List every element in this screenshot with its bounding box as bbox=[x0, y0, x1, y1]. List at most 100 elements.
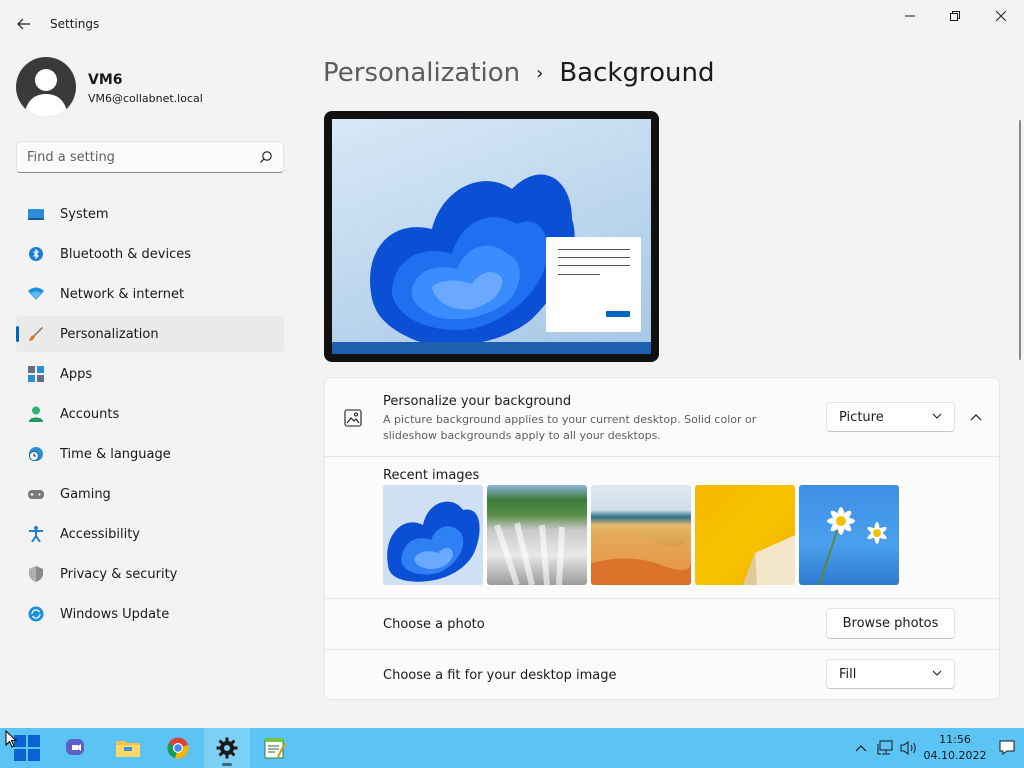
maximize-button[interactable] bbox=[932, 0, 978, 32]
mouse-cursor-icon bbox=[5, 730, 17, 748]
network-status-button[interactable] bbox=[876, 728, 896, 768]
background-type-dropdown[interactable]: Picture bbox=[826, 402, 955, 432]
accessibility-icon bbox=[28, 526, 44, 542]
search-icon[interactable] bbox=[259, 150, 273, 164]
minimize-icon bbox=[905, 15, 915, 17]
clock-date: 04.10.2022 bbox=[923, 749, 987, 762]
sidebar-item-label: Personalization bbox=[60, 326, 159, 342]
sidebar-item-gaming[interactable]: Gaming bbox=[16, 476, 284, 512]
speaker-icon bbox=[900, 741, 916, 755]
sidebar-item-windows-update[interactable]: Windows Update bbox=[16, 596, 284, 632]
avatar[interactable] bbox=[16, 57, 76, 117]
background-setting-title: Personalize your background bbox=[383, 394, 572, 409]
close-icon bbox=[996, 11, 1006, 21]
chrome-icon bbox=[167, 737, 189, 759]
taskbar-notepad-button[interactable] bbox=[252, 728, 298, 768]
gear-icon bbox=[216, 737, 238, 759]
recent-image-daisies[interactable] bbox=[799, 485, 899, 585]
sidebar-item-label: Privacy & security bbox=[60, 566, 178, 582]
shield-icon bbox=[28, 566, 44, 582]
title-bar: Settings bbox=[0, 0, 1024, 48]
notifications-button[interactable] bbox=[995, 728, 1019, 768]
sidebar-item-accounts[interactable]: Accounts bbox=[16, 396, 284, 432]
globe-clock-icon bbox=[28, 446, 44, 462]
fit-value: Fill bbox=[839, 666, 857, 682]
sidebar-item-label: System bbox=[60, 206, 109, 222]
brush-icon bbox=[28, 326, 44, 342]
collapse-button[interactable] bbox=[965, 406, 987, 428]
browse-photos-button[interactable]: Browse photos bbox=[826, 608, 955, 639]
monitor-icon bbox=[28, 206, 44, 222]
restore-icon bbox=[950, 11, 960, 21]
bluetooth-icon bbox=[28, 246, 44, 262]
clock-time: 11:56 bbox=[939, 733, 971, 746]
chevron-down-icon bbox=[932, 413, 942, 419]
network-icon bbox=[877, 740, 893, 755]
minimize-button[interactable] bbox=[887, 0, 933, 32]
sidebar-item-label: Gaming bbox=[60, 486, 111, 502]
taskbar-settings-button[interactable] bbox=[204, 728, 250, 768]
taskbar-clock[interactable]: 11:56 04.10.2022 bbox=[922, 732, 988, 764]
taskbar-chrome-button[interactable] bbox=[155, 728, 201, 768]
recent-image-sand-dunes[interactable] bbox=[591, 485, 691, 585]
user-name: VM6 bbox=[88, 72, 123, 88]
choose-fit-label: Choose a fit for your desktop image bbox=[383, 668, 617, 683]
back-arrow-icon bbox=[17, 18, 30, 30]
background-type-value: Picture bbox=[839, 409, 884, 425]
sidebar-item-accessibility[interactable]: Accessibility bbox=[16, 516, 284, 552]
user-avatar-icon bbox=[24, 69, 68, 117]
chevron-down-icon bbox=[932, 670, 942, 676]
breadcrumb-parent[interactable]: Personalization bbox=[323, 58, 520, 88]
breadcrumb: Personalization › Background bbox=[323, 58, 714, 88]
recent-images-list bbox=[383, 485, 899, 585]
choose-photo-row: Choose a photo Browse photos bbox=[324, 599, 1000, 650]
sidebar-item-personalization[interactable]: Personalization bbox=[16, 316, 284, 352]
preview-window bbox=[546, 237, 641, 332]
app-title: Settings bbox=[50, 17, 100, 31]
taskbar-chat-button[interactable] bbox=[55, 728, 101, 768]
recent-images-card: Recent images bbox=[324, 457, 1000, 599]
wifi-icon bbox=[28, 286, 44, 302]
background-setting-card: Personalize your background A picture ba… bbox=[324, 377, 1000, 457]
chevron-up-icon bbox=[855, 744, 867, 751]
recent-image-windows-bloom[interactable] bbox=[383, 485, 483, 585]
choose-fit-row: Choose a fit for your desktop image Fill bbox=[324, 650, 1000, 700]
taskbar-file-explorer-button[interactable] bbox=[105, 728, 151, 768]
sidebar-item-label: Windows Update bbox=[60, 606, 170, 622]
person-icon bbox=[28, 406, 44, 422]
sidebar-item-label: Time & language bbox=[60, 446, 171, 462]
update-icon bbox=[28, 606, 44, 622]
close-button[interactable] bbox=[978, 0, 1024, 32]
sidebar-item-time-language[interactable]: Time & language bbox=[16, 436, 284, 472]
apps-icon bbox=[28, 366, 44, 382]
sidebar-item-label: Accessibility bbox=[60, 526, 140, 542]
sidebar-item-privacy-security[interactable]: Privacy & security bbox=[16, 556, 284, 592]
notepad-icon bbox=[264, 738, 286, 759]
recent-image-yellow-abstract[interactable] bbox=[695, 485, 795, 585]
preview-taskbar bbox=[332, 342, 651, 354]
content-scrollbar[interactable] bbox=[1019, 120, 1021, 360]
sidebar-item-label: Network & internet bbox=[60, 286, 185, 302]
search-input[interactable] bbox=[17, 142, 247, 172]
taskbar: 11:56 04.10.2022 bbox=[0, 728, 1024, 768]
recent-image-waterfall[interactable] bbox=[487, 485, 587, 585]
show-hidden-icons-button[interactable] bbox=[852, 728, 870, 768]
fit-dropdown[interactable]: Fill bbox=[826, 659, 955, 689]
sidebar-item-apps[interactable]: Apps bbox=[16, 356, 284, 392]
sidebar-item-label: Accounts bbox=[60, 406, 120, 422]
volume-button[interactable] bbox=[899, 728, 919, 768]
preview-screen bbox=[332, 119, 651, 354]
back-button[interactable] bbox=[10, 10, 38, 38]
sidebar-item-system[interactable]: System bbox=[16, 196, 284, 232]
chevron-up-icon bbox=[970, 413, 982, 420]
sidebar-item-network[interactable]: Network & internet bbox=[16, 276, 284, 312]
picture-icon bbox=[344, 409, 362, 427]
sidebar-item-bluetooth[interactable]: Bluetooth & devices bbox=[16, 236, 284, 272]
background-setting-description: A picture background applies to your cur… bbox=[383, 413, 757, 442]
chat-video-icon bbox=[66, 739, 84, 755]
search-box bbox=[16, 141, 284, 173]
windows-logo-icon bbox=[14, 735, 40, 761]
folder-icon bbox=[116, 741, 140, 757]
sidebar-item-label: Apps bbox=[60, 366, 93, 382]
sidebar-item-label: Bluetooth & devices bbox=[60, 246, 191, 262]
